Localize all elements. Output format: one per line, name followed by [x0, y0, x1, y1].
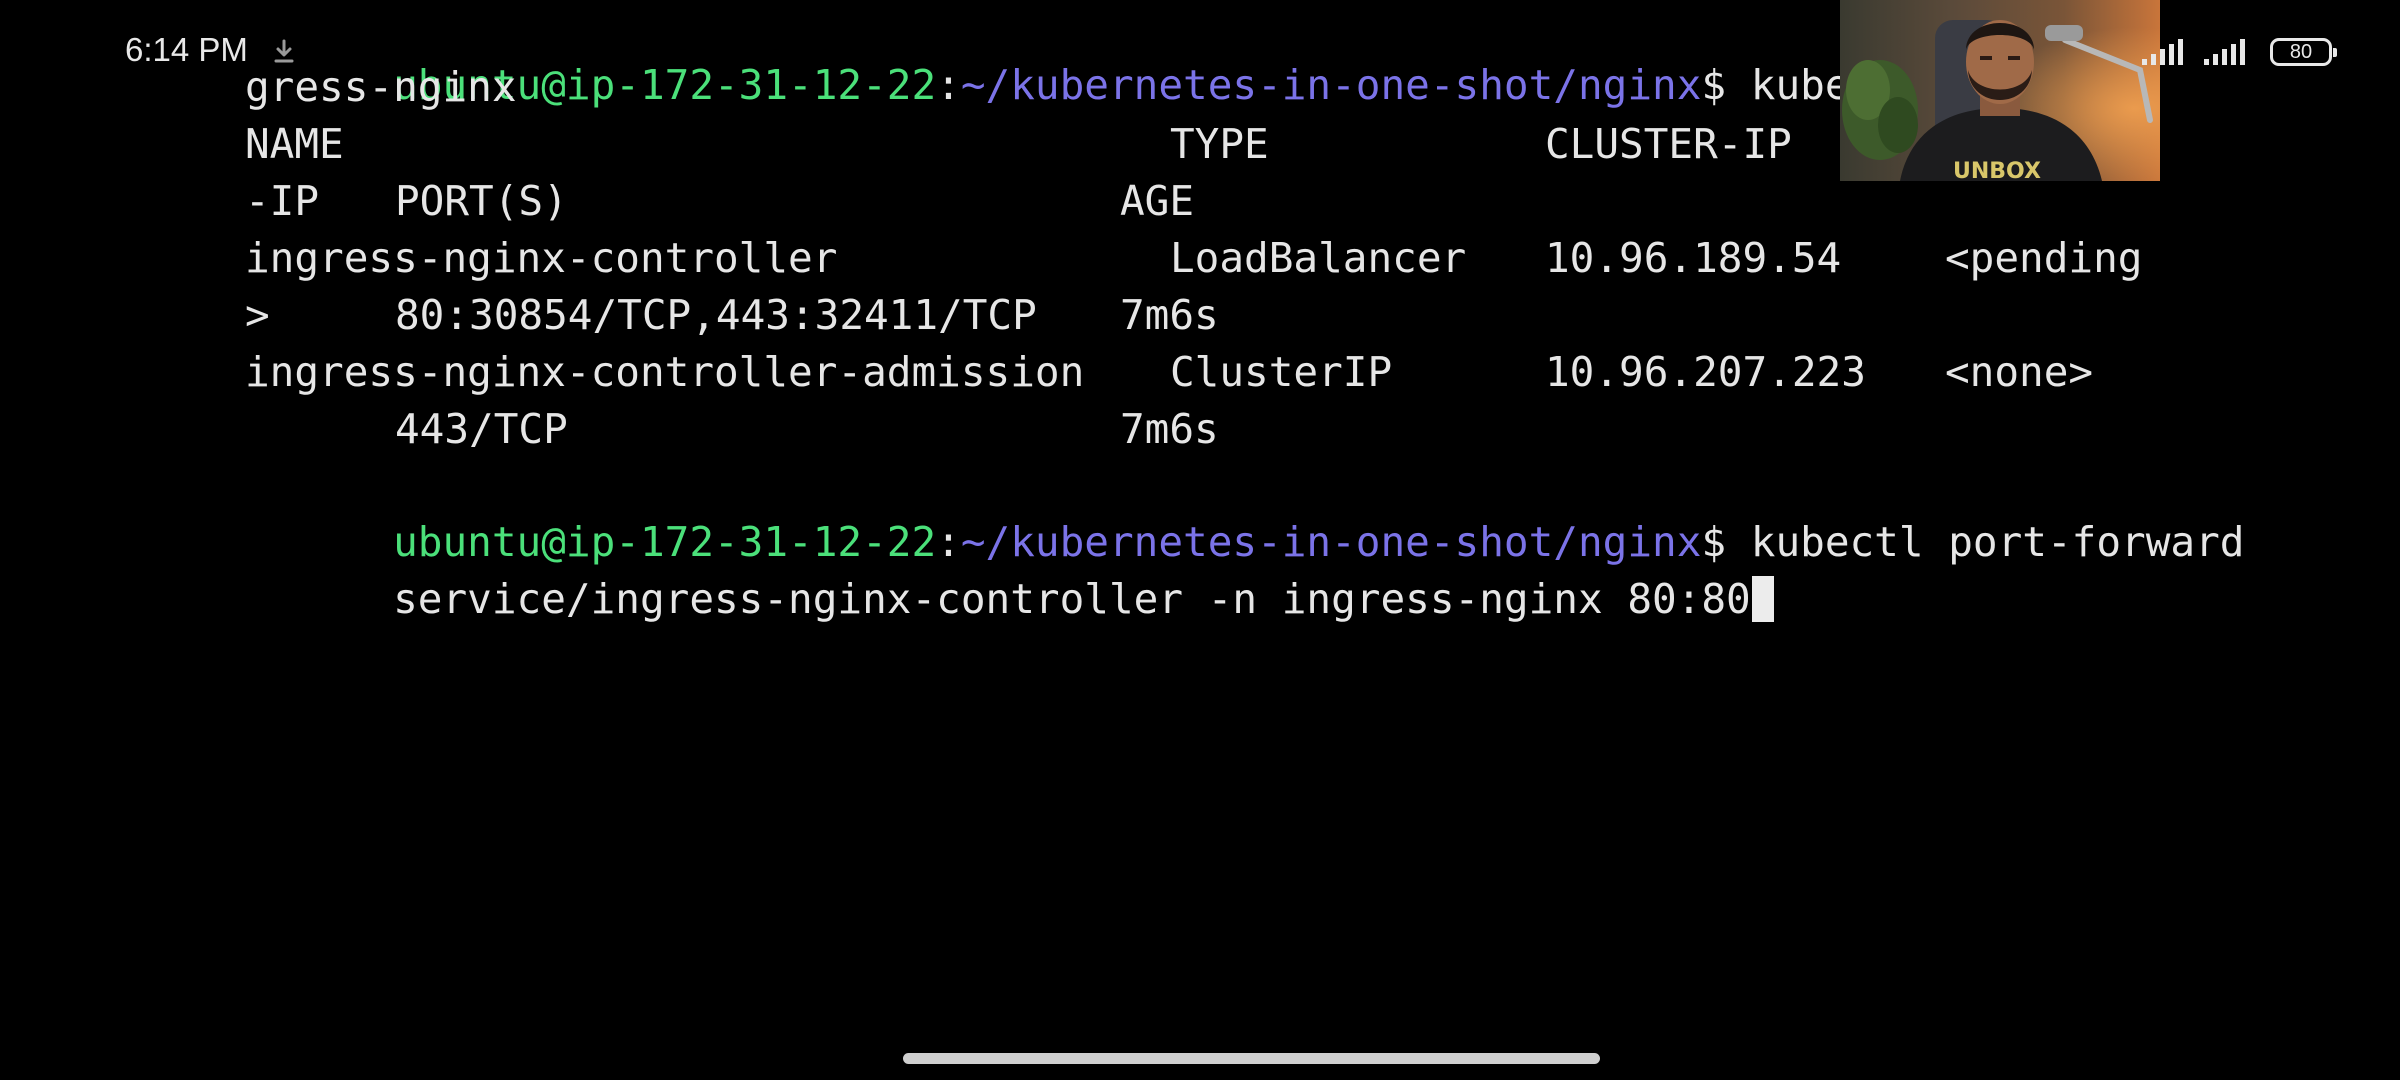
row-age: 7m6s — [1120, 291, 1219, 339]
battery-icon: 80 — [2270, 38, 2337, 66]
row-name: ingress-nginx-controller-admission — [245, 348, 1085, 396]
screen: ubuntu@ip-172-31-12-22:~/kubernetes-in-o… — [0, 0, 2400, 1080]
header-age: AGE — [1120, 177, 1195, 225]
prompt-separator: : — [936, 61, 961, 109]
terminal-prompt-line-2: ubuntu@ip-172-31-12-22:~/kubernetes-in-o… — [245, 458, 2244, 566]
second-command-wrap: service/ingress-nginx-controller -n ingr… — [393, 575, 1751, 623]
status-icons: 80 — [2140, 34, 2337, 70]
table-row: ingress-nginx-controller-admission Clust… — [245, 344, 2145, 400]
status-time: 6:14 PM — [125, 31, 248, 68]
presenter-video: UNBOX — [1840, 0, 2160, 181]
row-name: ingress-nginx-controller — [245, 234, 838, 282]
webcam-overlay: UNBOX — [1840, 0, 2160, 181]
table-row: ingress-nginx-controller LoadBalancer 10… — [245, 230, 2145, 286]
first-command-wrap: gress-nginx — [245, 63, 517, 111]
prompt-dollar: $ — [1701, 61, 1727, 109]
terminal-input-line[interactable]: service/ingress-nginx-controller -n ingr… — [245, 515, 1774, 623]
row-ports: 80:30854/TCP,443:32411/TCP — [395, 291, 1037, 339]
header-external-ip-wrap: -IP — [245, 177, 320, 225]
row-external-ip-wrap: > — [245, 291, 270, 339]
header-name: NAME — [245, 120, 344, 168]
table-row-continued: 443/TCP 7m6s — [245, 401, 2145, 457]
signal-icon — [2142, 39, 2183, 65]
header-ports: PORT(S) — [395, 177, 568, 225]
header-type: TYPE — [1170, 120, 1269, 168]
svg-text:UNBOX: UNBOX — [1953, 159, 2041, 181]
prompt-path: ~/kubernetes-in-one-shot/nginx — [960, 61, 1702, 109]
row-ports: 443/TCP — [395, 405, 568, 453]
row-age: 7m6s — [1120, 405, 1219, 453]
home-indicator[interactable] — [903, 1053, 1600, 1064]
row-cluster-ip: 10.96.189.54 — [1545, 234, 1842, 282]
row-cluster-ip: 10.96.207.223 — [1545, 348, 1866, 396]
table-header-line-2: -IP PORT(S) AGE — [245, 173, 2145, 229]
header-cluster-ip: CLUSTER-IP — [1545, 120, 1792, 168]
signal-icon — [2204, 39, 2245, 65]
row-type: LoadBalancer — [1170, 234, 1467, 282]
table-row-continued: > 80:30854/TCP,443:32411/TCP 7m6s — [245, 287, 2145, 343]
battery-level: 80 — [2289, 41, 2313, 63]
second-command: kubectl port-forward — [1726, 518, 2245, 566]
download-icon — [274, 39, 294, 63]
terminal-cursor — [1751, 576, 1774, 622]
row-external-ip: <none> — [1945, 348, 2094, 396]
row-external-ip: <pending — [1945, 234, 2143, 282]
row-type: ClusterIP — [1170, 348, 1393, 396]
terminal-prompt-line-1: ubuntu@ip-172-31-12-22:~/kubernetes-in-o… — [245, 1, 1973, 109]
